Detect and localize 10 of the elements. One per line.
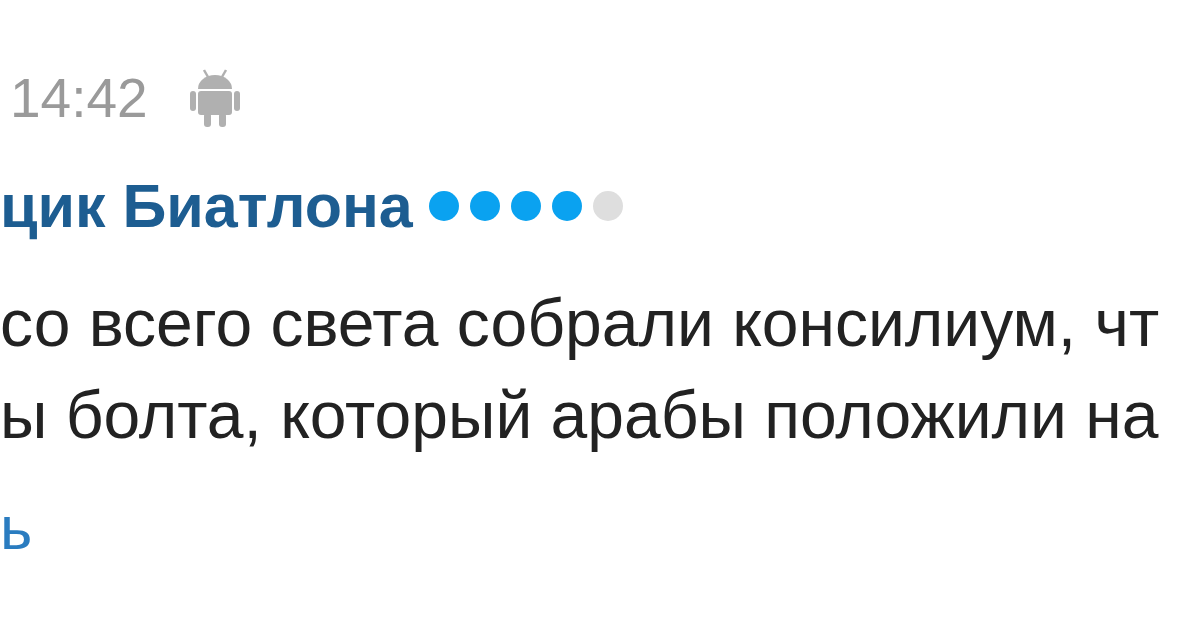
rating-dot-icon bbox=[428, 191, 459, 221]
comment-text: со всего света собрали консилиум, чт ы болта, который арабы положили на bbox=[0, 285, 1160, 454]
rating-dot-icon bbox=[592, 191, 623, 221]
comment-time: 14:42 bbox=[10, 66, 148, 130]
rating-dot-icon bbox=[551, 191, 582, 221]
android-icon bbox=[189, 69, 240, 127]
rating-dot-icon bbox=[469, 191, 500, 221]
rating-dot-icon bbox=[510, 191, 541, 221]
reply-link[interactable]: ь bbox=[0, 482, 33, 574]
author-name[interactable]: цик Биатлона bbox=[0, 174, 413, 238]
